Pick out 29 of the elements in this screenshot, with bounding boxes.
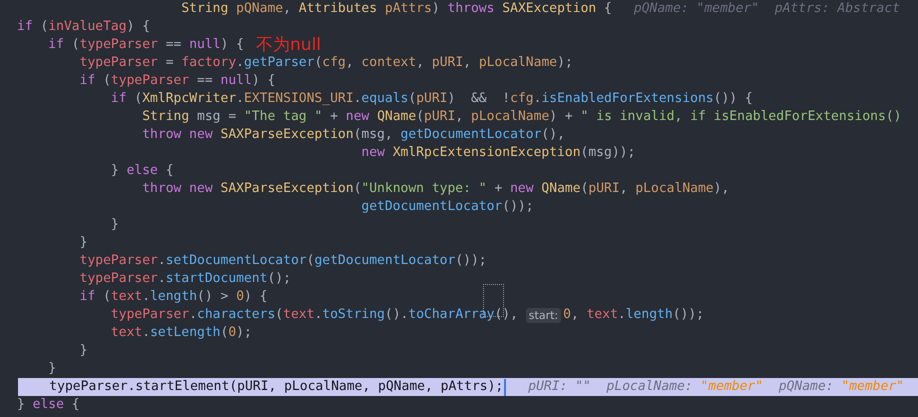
- code-line: }: [110, 216, 119, 234]
- code-line: text.setLength(0);: [110, 324, 252, 342]
- code-line: }: [78, 342, 88, 360]
- code-line: new XmlRpcExtensionException(msg));: [360, 144, 636, 162]
- parameter-hint: start:: [526, 308, 562, 322]
- code-line: }: [78, 234, 88, 252]
- text-cursor: [504, 378, 506, 396]
- code-line: typeParser.startDocument();: [78, 270, 291, 288]
- code-line: if (typeParser == null) {: [78, 72, 276, 90]
- debug-values: pQName: "member" pAttrs: Abstract: [634, 0, 900, 18]
- code-line: if (inValueTag) {: [17, 18, 150, 36]
- code-line: typeParser.startElement(pURI, pLocalName, pQName, pAttrs);: [48, 378, 504, 396]
- code-line: throw new SAXParseException("Unknown type: " + new QName(pURI, pLocalName),: [141, 180, 730, 198]
- debug-values: pURI: "" pLocalName: "member" pQName: "member": [528, 378, 904, 396]
- code-line: typeParser.setDocumentLocator(getDocumentLocator());: [78, 252, 487, 270]
- code-line: getDocumentLocator());: [360, 198, 534, 216]
- code-line: if (typeParser == null) {: [47, 36, 244, 54]
- code-line: if (XmlRpcWriter.EXTENSIONS_URI.equals(pURI) && !cfg.isEnabledForExtensions()) {: [110, 90, 753, 108]
- code-line: String msg = "The tag " + new QName(pURI, pLocalName) + " is invalid, if isEnabledForExtensions(): [141, 108, 902, 126]
- code-line: typeParser = factory.getParser(cfg, context, pURI, pLocalName);: [78, 54, 573, 72]
- annotation-text: 不为null: [256, 36, 322, 54]
- code-line: }: [47, 360, 56, 378]
- code-line: typeParser.characters(text.toString().toCharArray(),: [110, 306, 519, 324]
- code-line: } else {: [110, 162, 174, 180]
- code-line: 0, text.length());: [563, 306, 704, 324]
- code-line: String pQName, Attributes pAttrs) throws SAXException {: [180, 0, 612, 18]
- code-line: } else {: [17, 396, 80, 414]
- code-line: if (text.length() > 0) {: [78, 288, 268, 306]
- code-line: throw new SAXParseException(msg, getDocumentLocator(),: [141, 126, 565, 144]
